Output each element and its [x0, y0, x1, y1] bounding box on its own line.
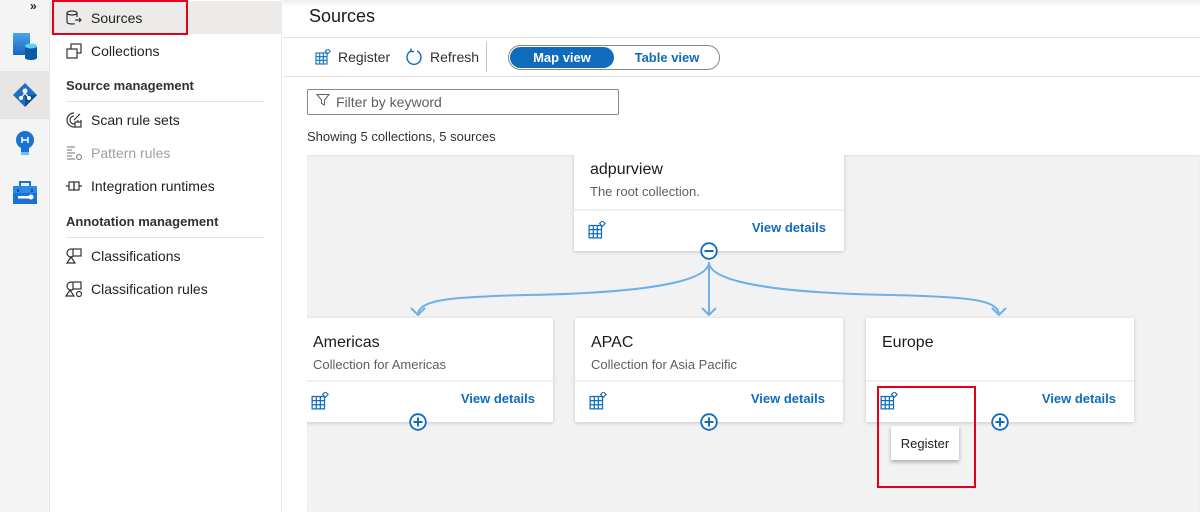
table-view-option[interactable]: Table view	[615, 47, 719, 68]
sources-icon	[64, 8, 84, 28]
result-count: Showing 5 collections, 5 sources	[307, 129, 496, 144]
collection-name: APAC	[591, 334, 634, 351]
view-details-link[interactable]: View details	[461, 391, 535, 406]
filter-box	[307, 89, 619, 115]
refresh-button[interactable]: Refresh	[405, 46, 479, 68]
icon-rail: »	[0, 0, 50, 512]
collapse-node-icon[interactable]	[700, 242, 718, 260]
expand-rail-button[interactable]: »	[30, 0, 37, 12]
collection-card-americas: Americas Collection for Americas View de…	[307, 318, 553, 422]
register-source-icon[interactable]	[311, 390, 329, 415]
nav-item-classifications[interactable]: Classifications	[50, 239, 282, 272]
lightbulb-icon	[16, 131, 34, 155]
register-source-icon[interactable]	[588, 219, 606, 244]
collection-name: Europe	[882, 334, 934, 351]
collection-map-canvas[interactable]: adpurview The root collection. View deta…	[307, 155, 1200, 512]
collection-description: Collection for Asia Pacific	[591, 357, 737, 372]
rail-item-data-map-sources[interactable]	[0, 71, 50, 119]
data-map-icon	[13, 33, 37, 60]
nav-item-scan-rule-sets[interactable]: Scan rule sets	[50, 103, 282, 136]
collections-icon	[64, 41, 84, 61]
filter-icon	[315, 93, 331, 112]
page-title: Sources	[309, 6, 376, 26]
view-details-link[interactable]: View details	[1042, 391, 1116, 406]
view-details-link[interactable]: View details	[751, 391, 825, 406]
expand-node-icon[interactable]	[991, 413, 1009, 431]
classification-rules-icon	[64, 279, 84, 299]
divider	[283, 76, 1200, 77]
filter-input[interactable]	[336, 94, 606, 110]
nav-item-sources[interactable]: Sources	[50, 1, 282, 34]
nav-item-classification-rules[interactable]: Classification rules	[50, 272, 282, 305]
nav-item-label: Sources	[91, 9, 143, 26]
collection-name: Americas	[313, 334, 380, 351]
nav-group-annotation-management: Annotation management	[66, 214, 264, 238]
nav-item-integration-runtimes[interactable]: Integration runtimes	[50, 169, 282, 202]
register-button[interactable]: Register	[315, 46, 390, 68]
register-label: Register	[338, 49, 391, 65]
divider	[283, 37, 1200, 38]
nav-item-pattern-rules: Pattern rules	[50, 136, 282, 169]
nav-item-label: Scan rule sets	[91, 111, 180, 128]
expand-node-icon[interactable]	[700, 413, 718, 431]
rail-item-data-map[interactable]	[0, 22, 50, 70]
view-details-link[interactable]: View details	[752, 220, 826, 235]
refresh-icon	[405, 48, 423, 66]
rail-item-insights[interactable]	[0, 120, 50, 168]
toolbox-icon	[13, 181, 37, 204]
register-source-icon[interactable]	[880, 390, 898, 415]
collection-description: The root collection.	[590, 184, 700, 199]
rail-item-management[interactable]	[0, 169, 50, 217]
toolbar-separator	[486, 42, 487, 72]
expand-node-icon[interactable]	[409, 413, 427, 431]
refresh-label: Refresh	[430, 49, 480, 65]
register-source-icon[interactable]	[589, 390, 607, 415]
view-toggle: Map view Table view	[508, 45, 720, 70]
nav-item-label: Collections	[91, 42, 160, 59]
collection-card-root: adpurview The root collection. View deta…	[574, 155, 844, 251]
nav-item-label: Pattern rules	[91, 144, 171, 161]
map-view-option[interactable]: Map view	[510, 47, 614, 68]
data-map-diamond-icon	[13, 83, 37, 107]
nav-group-source-management: Source management	[66, 78, 264, 102]
main-content: Sources Register Refresh Map view Table …	[283, 0, 1200, 512]
connector-americas	[417, 261, 710, 314]
nav-item-label: Classifications	[91, 247, 181, 264]
scan-rule-sets-icon	[64, 110, 84, 130]
classifications-icon	[64, 246, 84, 266]
register-grid-icon	[315, 49, 331, 65]
pattern-rules-icon	[64, 143, 84, 163]
connector-europe	[708, 261, 1000, 314]
collection-name: adpurview	[590, 161, 663, 178]
collection-card-apac: APAC Collection for Asia Pacific View de…	[575, 318, 843, 422]
nav-item-label: Classification rules	[91, 280, 208, 297]
nav-item-collections[interactable]: Collections	[50, 34, 282, 67]
integration-runtimes-icon	[64, 176, 84, 196]
collection-description: Collection for Americas	[313, 357, 446, 372]
nav-item-label: Integration runtimes	[91, 177, 215, 194]
collection-card-europe: Europe View details	[866, 318, 1134, 422]
register-tooltip: Register	[891, 426, 959, 460]
nav-panel: Sources Collections Source management Sc…	[50, 0, 282, 512]
